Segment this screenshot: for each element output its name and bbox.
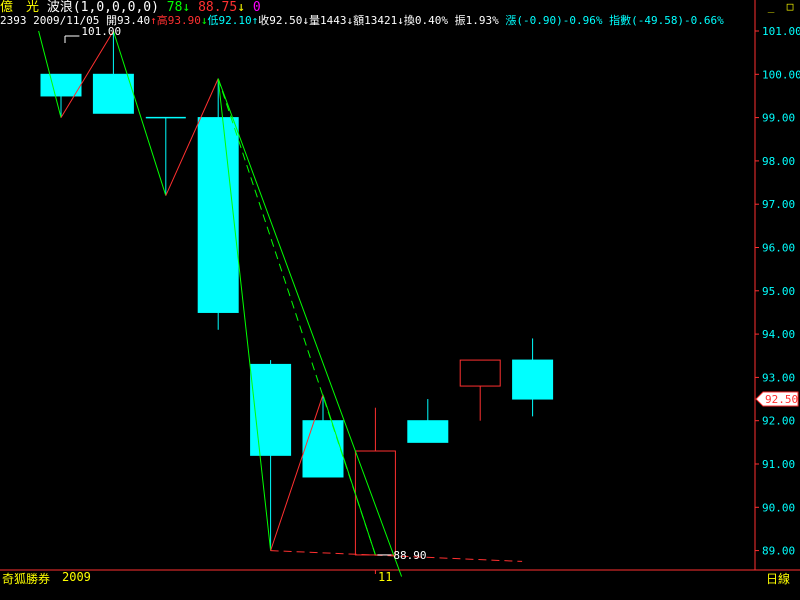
candle-body-down: [407, 420, 449, 443]
candle-body-down: [197, 117, 239, 313]
candle-body-down: [512, 359, 554, 400]
y-tick-label: 96.00: [762, 242, 795, 255]
broker-label: 奇狐勝券: [2, 572, 51, 586]
y-tick-label: 97.00: [762, 198, 795, 211]
year-label: 2009: [62, 570, 91, 584]
y-tick-label: 92.00: [762, 415, 795, 428]
y-tick-label: 90.00: [762, 501, 795, 514]
y-tick-label: 95.00: [762, 285, 795, 298]
candle-body-down: [40, 73, 82, 97]
time-axis: 奇狐勝券 2009 11 日線: [0, 570, 800, 600]
candle-body-down: [302, 420, 344, 478]
high-price-annotation: 101.00: [81, 25, 121, 38]
month-label: 11: [378, 570, 393, 584]
annotations: 101.00 88.90 92.50: [64, 25, 799, 562]
y-tick-label: 91.00: [762, 458, 795, 471]
y-tick-label: 93.00: [762, 371, 795, 384]
y-tick-label: 98.00: [762, 155, 795, 168]
candle-body-down: [250, 363, 292, 456]
current-price-label: 92.50: [765, 393, 798, 406]
y-tick-label: 89.00: [762, 545, 795, 558]
candlestick-chart[interactable]: 101.00 100.00 99.00 98.00 97.00 96.00 95.00 94.…: [0, 0, 800, 600]
y-tick-label: 101.00: [762, 25, 800, 38]
y-tick-label: 94.00: [762, 328, 795, 341]
candle-body-up: [459, 359, 501, 387]
candle-body-down: [92, 73, 134, 114]
low-price-annotation: 88.90: [393, 549, 426, 562]
y-tick-label: 99.00: [762, 112, 795, 125]
period-selector[interactable]: 日線: [766, 570, 790, 587]
y-tick-label: 100.00: [762, 68, 800, 81]
